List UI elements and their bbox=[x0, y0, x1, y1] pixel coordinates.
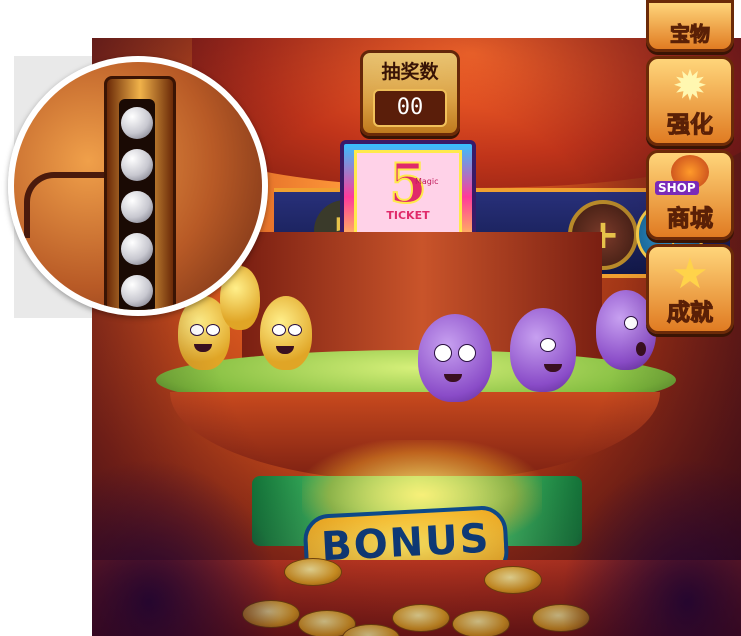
eggplant-mouth bbox=[636, 342, 646, 356]
corn-mouth bbox=[194, 344, 212, 352]
meter-ball bbox=[121, 233, 153, 265]
shop-label: 商城 bbox=[667, 206, 714, 233]
achievements-label: 成就 bbox=[667, 300, 714, 327]
corn-eye bbox=[190, 324, 204, 336]
corn-mouth bbox=[276, 346, 294, 354]
eggplant-character bbox=[418, 314, 492, 402]
meter-ball bbox=[121, 149, 153, 181]
eggplant-eye bbox=[624, 316, 638, 330]
side-menu: 宝物 ✹ 强化 SHOP 商城 ★ 成就 bbox=[642, 0, 734, 340]
eggplant-eye bbox=[458, 344, 476, 362]
lottery-counter: 抽奖数 00 bbox=[360, 50, 460, 136]
zoom-lens bbox=[8, 56, 268, 316]
meter-ball bbox=[121, 107, 153, 139]
corn-eye bbox=[288, 324, 302, 336]
right-foliage bbox=[561, 458, 741, 636]
meter-ball bbox=[121, 191, 153, 223]
treasure-button[interactable]: 宝物 bbox=[646, 0, 734, 52]
ball-meter-slot bbox=[119, 99, 155, 310]
corn-character bbox=[260, 296, 312, 370]
magic-ticket-card: 5 Magic TICKET bbox=[354, 150, 462, 244]
eggplant-mouth bbox=[544, 364, 562, 372]
ticket-small-text: Magic bbox=[415, 177, 439, 186]
gold-coin bbox=[484, 566, 542, 594]
starburst-icon: ✹ bbox=[672, 61, 708, 110]
star-icon: ★ bbox=[671, 249, 709, 298]
left-foliage bbox=[92, 458, 282, 636]
treasure-label: 宝物 bbox=[670, 22, 711, 47]
shop-button[interactable]: SHOP 商城 bbox=[646, 150, 734, 240]
gold-coin bbox=[284, 558, 342, 586]
achievements-button[interactable]: ★ 成就 bbox=[646, 244, 734, 334]
ball-meter bbox=[104, 76, 176, 310]
eggplant-mouth bbox=[444, 374, 462, 382]
ticket-number: 5 bbox=[388, 151, 428, 215]
corn-eye bbox=[272, 324, 286, 336]
lottery-value: 00 bbox=[373, 89, 447, 127]
eggplant-eye bbox=[434, 344, 452, 362]
gold-coin bbox=[452, 610, 510, 636]
gold-coin bbox=[392, 604, 450, 632]
zoom-branch bbox=[24, 172, 110, 238]
enhance-button[interactable]: ✹ 强化 bbox=[646, 56, 734, 146]
enhance-label: 强化 bbox=[667, 112, 714, 139]
corn-eye bbox=[206, 324, 220, 336]
shop-tag: SHOP bbox=[655, 181, 699, 195]
lottery-label: 抽奖数 bbox=[381, 61, 439, 83]
eggplant-eye bbox=[540, 338, 556, 352]
ticket-word: TICKET bbox=[386, 209, 430, 222]
meter-ball bbox=[121, 275, 153, 307]
eggplant-character bbox=[510, 308, 576, 392]
